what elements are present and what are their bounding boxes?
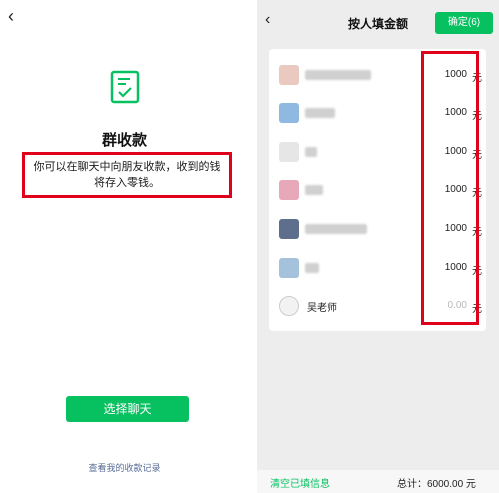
- member-amount-list: 1000 元 1000 元 1000 元 1000 元 1000 元 1000 …: [269, 49, 486, 331]
- blurred-member-name: [305, 147, 317, 157]
- view-records-link[interactable]: 查看我的收款记录: [0, 461, 249, 474]
- description-line-2: 将存入零钱。: [94, 177, 160, 189]
- avatar: [279, 258, 299, 278]
- description-line-1: 你可以在聊天中向朋友收款，收到的钱: [33, 161, 221, 173]
- blurred-member-name: [305, 263, 319, 273]
- confirm-button[interactable]: 确定(6): [435, 12, 493, 34]
- avatar: [279, 180, 299, 200]
- group-collect-intro-screen: ‹ 群收款 你可以在聊天中向朋友收款，收到的钱 将存入零钱。 选择聊天 查看我的…: [0, 0, 249, 493]
- blurred-member-name: [305, 224, 367, 234]
- avatar: [279, 65, 299, 85]
- total-amount: 总计：6000.00 元: [397, 479, 476, 490]
- page-title: 群收款: [101, 132, 147, 149]
- document-check-icon: [110, 70, 140, 104]
- chevron-left-icon[interactable]: ‹: [8, 6, 14, 27]
- avatar: [279, 103, 299, 123]
- avatar: [279, 296, 299, 316]
- clear-filled-link[interactable]: 清空已填信息: [270, 475, 330, 490]
- blurred-member-name: [305, 108, 335, 118]
- amount-highlight-box: [421, 51, 479, 325]
- avatar: [279, 142, 299, 162]
- amount-by-person-screen: ‹ 按人填金额 确定(6) 1000 元 1000 元 1000 元 1000 …: [257, 0, 499, 493]
- blurred-member-name: [305, 70, 371, 80]
- blurred-member-name: [305, 185, 323, 195]
- avatar: [279, 219, 299, 239]
- select-chat-button[interactable]: 选择聊天: [66, 396, 189, 422]
- member-name: 吴老师: [307, 303, 337, 314]
- description: 你可以在聊天中向朋友收款，收到的钱 将存入零钱。: [26, 159, 228, 191]
